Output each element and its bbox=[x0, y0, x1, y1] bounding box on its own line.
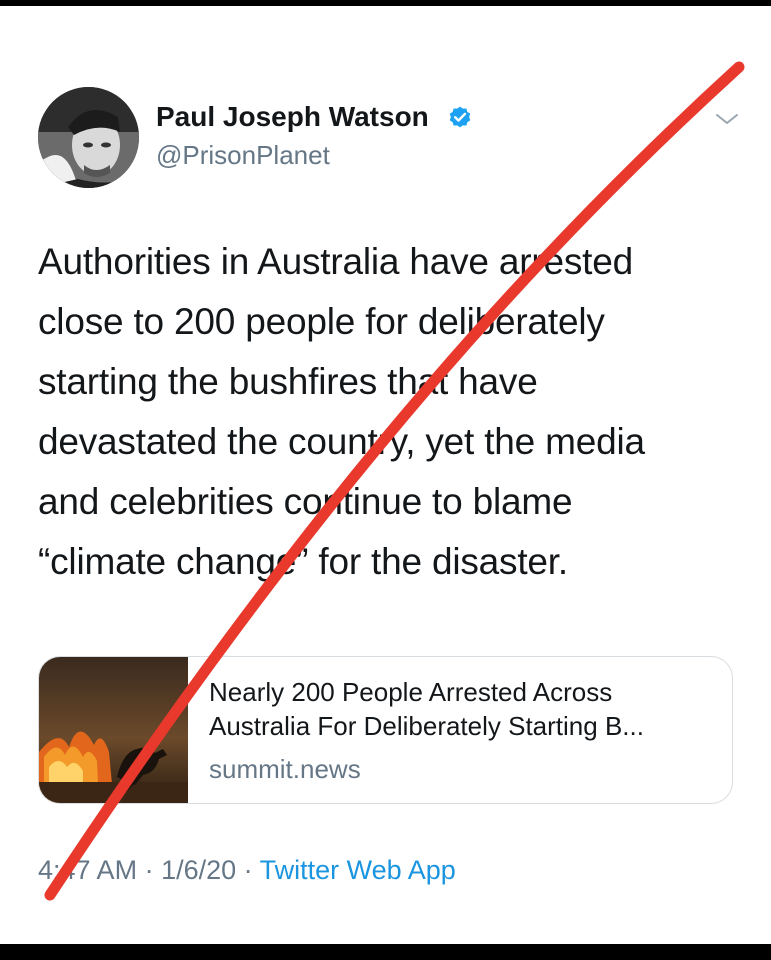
tweet-text-line: and celebrities continue to blame bbox=[38, 481, 573, 522]
author-name[interactable]: Paul Joseph Watson bbox=[156, 100, 429, 134]
meta-separator: · bbox=[236, 855, 260, 885]
avatar[interactable] bbox=[38, 87, 139, 188]
card-domain: summit.news bbox=[209, 754, 361, 784]
tweet-text-line: starting the bushfires that have bbox=[38, 361, 538, 402]
tweet-meta: 4:47 AM · 1/6/20 · Twitter Web App bbox=[38, 853, 456, 887]
card-thumbnail-image bbox=[39, 657, 188, 803]
top-edge-bar bbox=[0, 0, 771, 6]
tweet-text-line: “climate change” for the disaster. bbox=[38, 541, 568, 582]
tweet-text-line: devastated the country, yet the media bbox=[38, 421, 645, 462]
verified-badge-icon bbox=[449, 106, 471, 128]
card-title-line: Nearly 200 People Arrested Across bbox=[209, 677, 613, 707]
link-preview-card[interactable]: Nearly 200 People Arrested Across Austra… bbox=[38, 656, 733, 804]
card-title: Nearly 200 People Arrested Across Austra… bbox=[209, 675, 719, 743]
tweet-text: Authorities in Australia have arrested c… bbox=[38, 232, 738, 592]
tweet-source-link[interactable]: Twitter Web App bbox=[260, 855, 456, 885]
bottom-edge-bar bbox=[0, 944, 771, 960]
tweet-text-line: close to 200 people for deliberately bbox=[38, 301, 605, 342]
chevron-down-icon[interactable] bbox=[712, 108, 742, 130]
tweet-text-line: Authorities in Australia have arrested bbox=[38, 241, 634, 282]
tweet-date[interactable]: 1/6/20 bbox=[161, 855, 236, 885]
meta-separator: · bbox=[137, 855, 162, 885]
tweet-time[interactable]: 4:47 AM bbox=[38, 855, 137, 885]
author-handle[interactable]: @PrisonPlanet bbox=[156, 139, 330, 171]
card-title-line: Australia For Deliberately Starting B... bbox=[209, 711, 644, 741]
